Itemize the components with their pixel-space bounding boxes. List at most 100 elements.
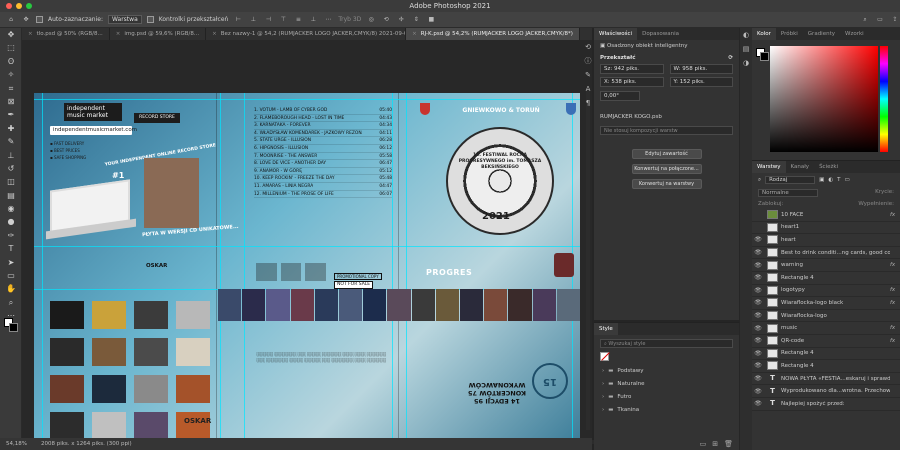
visibility-eye-icon[interactable]: 👁 [752,350,764,357]
adjustments-icon[interactable]: ◑ [740,56,752,70]
filter-adjust-icon[interactable]: ◐ [828,177,833,183]
tab-adjustments[interactable]: Dopasowania [637,28,684,40]
document-tab[interactable]: × Bez nazwy-1 @ 54,2 (RUMJACKER LOGO JACK… [206,28,407,40]
layer-name[interactable]: NOWA PŁYTA «FESTIA...eskaruj i sprawdź [781,376,890,382]
layer-row[interactable]: 👁 T Wyprodukowano dla...wrotna. Przechowe [752,385,900,398]
stamp-icon[interactable]: ⊥ [0,149,22,162]
layer-name[interactable]: Best to drink conditi...ng cards, good c… [781,250,890,256]
close-window-icon[interactable] [6,3,12,9]
layer-name[interactable]: Rectangle 4 [781,350,890,356]
align-middle-icon[interactable]: ≡ [293,16,303,24]
layer-effects-icon[interactable]: fx [890,338,900,344]
transform-controls-checkbox[interactable] [146,16,154,23]
tab-layers[interactable]: Warstwy [752,161,786,173]
rectangle-icon[interactable]: ▭ [0,269,22,282]
reset-transform-icon[interactable]: ⟳ [728,55,733,61]
chevron-right-icon[interactable]: › [602,368,604,374]
filter-shape-icon[interactable]: ▭ [844,177,849,183]
layer-row[interactable]: 👁 music fx [752,322,900,335]
learn-icon[interactable]: ◐ [740,28,752,42]
info-icon[interactable]: ⓘ [582,54,594,68]
tab-layers-1[interactable]: Ścieżki [814,161,843,173]
align-top-icon[interactable]: ⊤ [278,16,288,24]
dodge-icon[interactable]: ● [0,215,22,228]
width-field[interactable]: Sz: 942 piks. [600,64,664,74]
layer-effects-icon[interactable]: fx [890,212,900,218]
type-icon[interactable]: T [0,242,22,255]
move-tool-icon[interactable]: ✥ [21,16,31,24]
layer-effects-icon[interactable]: fx [890,262,900,268]
edit-contents-button[interactable]: Edytuj zawartość [631,149,702,159]
visibility-eye-icon[interactable]: 👁 [752,262,764,269]
brush-icon[interactable]: ✎ [0,135,22,148]
share-icon[interactable]: ⇪ [890,16,900,24]
layer-row[interactable]: 👁 heart [752,234,900,247]
hand-icon[interactable]: ✋ [0,282,22,295]
guide-line[interactable] [34,246,580,247]
video-3d-icon[interactable]: ■ [426,16,436,24]
tab-styles[interactable]: Style [594,323,618,335]
layer-row[interactable]: 👁 T NOWA PŁYTA «FESTIA...eskaruj i sprawdź [752,373,900,386]
tab-color[interactable]: Kolor [752,28,776,40]
filter-pixel-icon[interactable]: ▣ [819,177,824,183]
tab-color-1[interactable]: Gradienty [803,28,840,40]
zoom-level[interactable]: 54,18% [6,438,27,450]
layer-effects-icon[interactable]: fx [890,325,900,331]
align-center-icon[interactable]: ⊥ [248,16,258,24]
paragraph-icon[interactable]: ¶ [582,96,594,110]
layer-name[interactable]: Rectangle 4 [781,363,890,369]
zoom-icon[interactable]: ⌕ [0,296,22,309]
visibility-eye-icon[interactable]: 👁 [752,400,764,407]
vertical-scrollbar[interactable] [586,90,590,430]
layer-name[interactable]: Wiaraflocka-logo black [781,300,890,306]
frame-icon[interactable]: ⊠ [0,95,22,108]
gradient-icon[interactable]: ▤ [0,189,22,202]
style-folder[interactable]: › ▬ Naturalne [594,378,739,391]
layer-name[interactable]: heart [781,237,890,243]
layer-row[interactable]: 👁 QR-code fx [752,335,900,348]
document-tab[interactable]: × RJ-K.psd @ 54,2% (RUMJACKER LOGO JACKER… [406,28,580,40]
artboard[interactable]: independent music market independentmusi… [34,93,580,443]
visibility-eye-icon[interactable]: 👁 [752,287,764,294]
layer-row[interactable]: 👁 Wiaraflocka-logo black fx [752,297,900,310]
eraser-icon[interactable]: ◫ [0,175,22,188]
style-folder[interactable]: › ▬ Podstawy [594,365,739,378]
layer-row[interactable]: 👁 Rectangle 4 [752,348,900,361]
guide-line[interactable] [220,93,221,443]
marquee-icon[interactable]: ⬚ [0,41,22,54]
guide-line[interactable] [34,99,580,100]
layer-name[interactable]: Wyprodukowano dla...wrotna. Przechowe [781,388,890,394]
zoom-window-icon[interactable] [26,3,32,9]
move-icon[interactable]: ✥ [0,28,22,41]
align-right-icon[interactable]: ⊣ [263,16,273,24]
auto-select-dropdown[interactable]: Warstwa [107,15,142,24]
canvas-area[interactable]: independent music market independentmusi… [22,40,602,444]
visibility-eye-icon[interactable]: 👁 [752,388,764,395]
tab-color-2[interactable]: Wzorki [840,28,869,40]
layer-effects-icon[interactable]: fx [890,300,900,306]
layer-row[interactable]: 👁 Wiaraflocka-logo [752,310,900,323]
workspace-icon[interactable]: ▭ [875,16,885,24]
layer-row[interactable]: heart1 [752,222,900,235]
close-tab-icon[interactable]: × [212,31,217,37]
orbit-3d-icon[interactable]: ◎ [366,16,376,24]
visibility-eye-icon[interactable]: 👁 [752,362,764,369]
guide-line[interactable] [42,93,43,443]
new-style-icon[interactable]: ⊞ [712,440,718,448]
lasso-icon[interactable]: ʘ [0,55,22,68]
layer-row[interactable]: 👁 Rectangle 4 [752,360,900,373]
background-color-swatch[interactable] [760,52,769,61]
layer-name[interactable]: warning [781,262,890,268]
document-tab[interactable]: × tlo.psd @ 50% (RGB/8... [22,28,110,40]
tab-layers-0[interactable]: Kanały [786,161,815,173]
visibility-eye-icon[interactable]: 👁 [752,249,764,256]
healing-icon[interactable]: ✚ [0,122,22,135]
layer-comp-select[interactable]: Nie stosuj kompozycji warstw [600,126,733,135]
guide-line[interactable] [244,93,245,443]
color-swatches[interactable] [4,318,18,332]
y-field[interactable]: Y: 152 piks. [669,77,733,87]
chevron-right-icon[interactable]: › [602,381,604,387]
layer-effects-icon[interactable]: fx [890,287,900,293]
pen-icon[interactable]: ✑ [0,229,22,242]
search-icon[interactable]: ⌕ [860,16,870,24]
